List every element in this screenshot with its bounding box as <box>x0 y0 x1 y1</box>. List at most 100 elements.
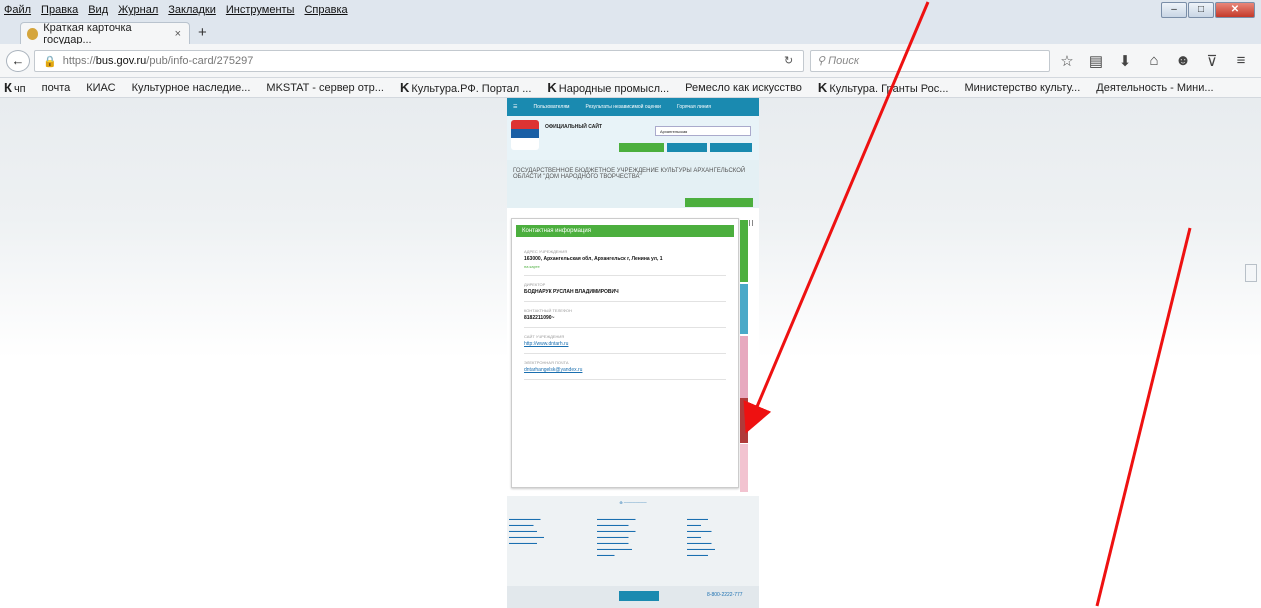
footer-phone: 8-800-2222-777 <box>707 592 743 598</box>
mobile-version-link[interactable]: ⊕ ──────── <box>507 500 759 505</box>
coat-of-arms-logo <box>511 120 539 150</box>
bookmark-label: MKSTAT - сервер отр... <box>266 81 384 94</box>
vertical-tab-pink[interactable] <box>740 336 748 398</box>
address-field: АДРЕС УЧРЕЖДЕНИЯ 163000, Архангельская о… <box>524 243 726 276</box>
address-label: АДРЕС УЧРЕЖДЕНИЯ <box>524 249 568 254</box>
card-title: Контактная информация <box>516 225 734 237</box>
director-label: ДИРЕКТОР <box>524 282 546 287</box>
bookmark-label: Министерство культу... <box>964 81 1081 94</box>
search-input[interactable]: ⚲ Поиск <box>810 50 1050 72</box>
phone-label: КОНТАКТНЫЙ ТЕЛЕФОН <box>524 308 572 313</box>
bookmark-label: почта <box>41 81 71 94</box>
back-button[interactable]: ← <box>6 50 30 72</box>
map-link[interactable]: на карте <box>524 264 726 269</box>
footer-column-2[interactable]: ▬▬▬▬▬▬▬▬▬▬▬ ▬▬▬▬▬▬▬▬▬ ▬▬▬▬▬▬▬▬▬▬▬ ▬▬▬▬▬▬▬▬▬… <box>597 516 636 558</box>
toolbar-icons: ☆ ▤ ⬇ ⌂ ☻ ⊽ ≡ <box>1055 52 1258 70</box>
banner-blue-button-2[interactable] <box>710 143 752 152</box>
email-field: ЭЛЕКТРОННАЯ ПОЧТА dntarhangelsk@yandex.r… <box>524 354 726 380</box>
emblem-icon <box>27 27 39 40</box>
email-link[interactable]: dntarhangelsk@yandex.ru <box>524 367 726 373</box>
bookmark-item[interactable]: КИАС <box>86 82 123 94</box>
side-panel-toggle[interactable] <box>1245 264 1257 282</box>
address-value: 163000, Архангельская обл, Архангельск г… <box>524 256 663 262</box>
pocket-icon[interactable]: ⊽ <box>1200 52 1224 70</box>
browser-tab[interactable]: Краткая карточка государ... × <box>20 22 190 46</box>
search-icon: ⚲ <box>817 55 829 67</box>
bookmark-star-icon[interactable]: ☆ <box>1055 52 1079 70</box>
menu-edit[interactable]: Правка <box>41 4 78 16</box>
site-nav-results[interactable]: Результаты независимой оценки <box>585 104 660 110</box>
vertical-tab-red[interactable] <box>740 398 748 443</box>
site-header: ☰ Пользователям Результаты независимой о… <box>507 98 759 116</box>
vertical-tab-light-pink[interactable] <box>740 444 748 492</box>
url-bar[interactable]: 🔒 https:// bus.gov.ru /pub/info-card/275… <box>34 50 804 72</box>
menu-history[interactable]: Журнал <box>118 4 158 16</box>
bookmark-icon: K <box>547 80 557 95</box>
banner-blue-button-1[interactable] <box>667 143 707 152</box>
close-window-button[interactable]: ✕ <box>1215 2 1255 18</box>
contact-card: Контактная информация АДРЕС УЧРЕЖДЕНИЯ 1… <box>511 218 739 488</box>
page-content: ☰ Пользователям Результаты независимой о… <box>507 98 759 608</box>
window-controls: – □ ✕ <box>1160 2 1255 18</box>
home-icon[interactable]: ⌂ <box>1142 52 1166 70</box>
bookmark-item[interactable]: K Народные промысл... <box>547 80 677 95</box>
footer-button[interactable] <box>619 591 659 601</box>
bookmark-label: чп <box>13 83 26 95</box>
bookmark-label: Культурное наследие... <box>131 81 251 94</box>
site-nav-hotline[interactable]: Горячая линия <box>677 104 711 110</box>
site-footer: ⊕ ──────── ▬▬▬▬▬▬▬▬▬ ▬▬▬▬▬▬▬ ▬▬▬▬▬▬▬▬ ▬▬▬▬▬… <box>507 496 759 608</box>
menu-view[interactable]: Вид <box>88 4 108 16</box>
menu-bar: Файл Правка Вид Журнал Закладки Инструме… <box>0 0 1261 20</box>
menu-help[interactable]: Справка <box>304 4 347 16</box>
chat-icon[interactable]: ☻ <box>1171 52 1195 70</box>
url-prefix: https:// <box>62 55 96 67</box>
website-field: САЙТ УЧРЕЖДЕНИЯ http://www.dntarh.ru <box>524 328 726 354</box>
url-path: /pub/info-card/275297 <box>146 55 254 67</box>
tab-bar: Краткая карточка государ... × + <box>0 20 1261 46</box>
bookmark-item[interactable]: MKSTAT - сервер отр... <box>266 82 392 94</box>
bookmarks-bar: Кчп почта КИАС Культурное наследие... MKSTAT… <box>0 78 1261 98</box>
bookmark-item[interactable]: Ремесло как искусство <box>685 82 810 94</box>
bookmark-item[interactable]: Министерство культу... <box>964 82 1088 94</box>
menu-file[interactable]: Файл <box>4 4 31 16</box>
bookmark-icon: K <box>817 80 828 95</box>
download-icon[interactable]: ⬇ <box>1113 52 1137 70</box>
menu-bookmarks[interactable]: Закладки <box>168 4 216 16</box>
tab-close-icon[interactable]: × <box>175 28 181 40</box>
org-info-button[interactable] <box>685 198 753 207</box>
official-site-label: ОФИЦИАЛЬНЫЙ САЙТ <box>545 124 603 130</box>
menu-tools[interactable]: Инструменты <box>226 4 295 16</box>
banner-green-button[interactable] <box>619 143 664 152</box>
navigation-bar: ← 🔒 https:// bus.gov.ru /pub/info-card/2… <box>0 44 1261 78</box>
bookmark-label: Культура. Гранты Рос... <box>829 83 949 95</box>
website-label: САЙТ УЧРЕЖДЕНИЯ <box>524 334 565 339</box>
footer-column-3[interactable]: ▬▬▬▬▬▬ ▬▬▬▬ ▬▬▬▬▬▬▬ ▬▬▬▬ ▬▬▬▬▬▬▬ ▬▬▬▬▬▬▬▬ ▬▬▬▬… <box>687 516 715 558</box>
org-name: ГОСУДАРСТВЕННОЕ БЮДЖЕТНОЕ УЧРЕЖДЕНИЕ КУЛ… <box>513 168 746 180</box>
phone-field: КОНТАКТНЫЙ ТЕЛЕФОН 8182211090~ <box>524 302 726 328</box>
bookmark-item[interactable]: K Культура. Гранты Рос... <box>818 80 957 95</box>
bookmark-item[interactable]: K Культура.РФ. Портал ... <box>400 80 539 95</box>
maximize-button[interactable]: □ <box>1188 2 1214 18</box>
bookmark-icon: K <box>399 80 410 95</box>
website-link[interactable]: http://www.dntarh.ru <box>524 341 726 347</box>
reading-list-icon[interactable]: ▤ <box>1084 52 1108 70</box>
bookmark-item[interactable]: Культурное наследие... <box>132 82 259 94</box>
new-tab-button[interactable]: + <box>198 24 207 41</box>
hamburger-icon[interactable]: ☰ <box>513 104 517 110</box>
vertical-tab-green[interactable] <box>740 220 748 282</box>
bookmark-label: Ремесло как искусство <box>685 81 802 94</box>
director-value: БОДНАРУК РУСЛАН ВЛАДИМИРОВИЧ <box>524 289 619 295</box>
bookmark-label: Народные промысл... <box>558 83 670 95</box>
footer-column-1[interactable]: ▬▬▬▬▬▬▬▬▬ ▬▬▬▬▬▬▬ ▬▬▬▬▬▬▬▬ ▬▬▬▬▬▬▬▬▬▬ ▬▬▬▬▬▬… <box>509 516 544 546</box>
bookmark-item[interactable]: почта <box>42 82 79 94</box>
vertical-tab-teal[interactable] <box>740 284 748 334</box>
region-select[interactable]: Архангельская <box>655 126 751 136</box>
bookmark-item[interactable]: Деятельность - Мини... <box>1096 82 1221 94</box>
bookmark-item[interactable]: Кчп <box>4 80 34 95</box>
reload-icon[interactable]: ↻ <box>784 54 793 67</box>
minimize-button[interactable]: – <box>1161 2 1187 18</box>
director-field: ДИРЕКТОР БОДНАРУК РУСЛАН ВЛАДИМИРОВИЧ <box>524 276 726 302</box>
bookmark-icon: К <box>4 80 12 95</box>
menu-icon[interactable]: ≡ <box>1229 52 1253 70</box>
site-nav-users[interactable]: Пользователям <box>533 104 569 110</box>
